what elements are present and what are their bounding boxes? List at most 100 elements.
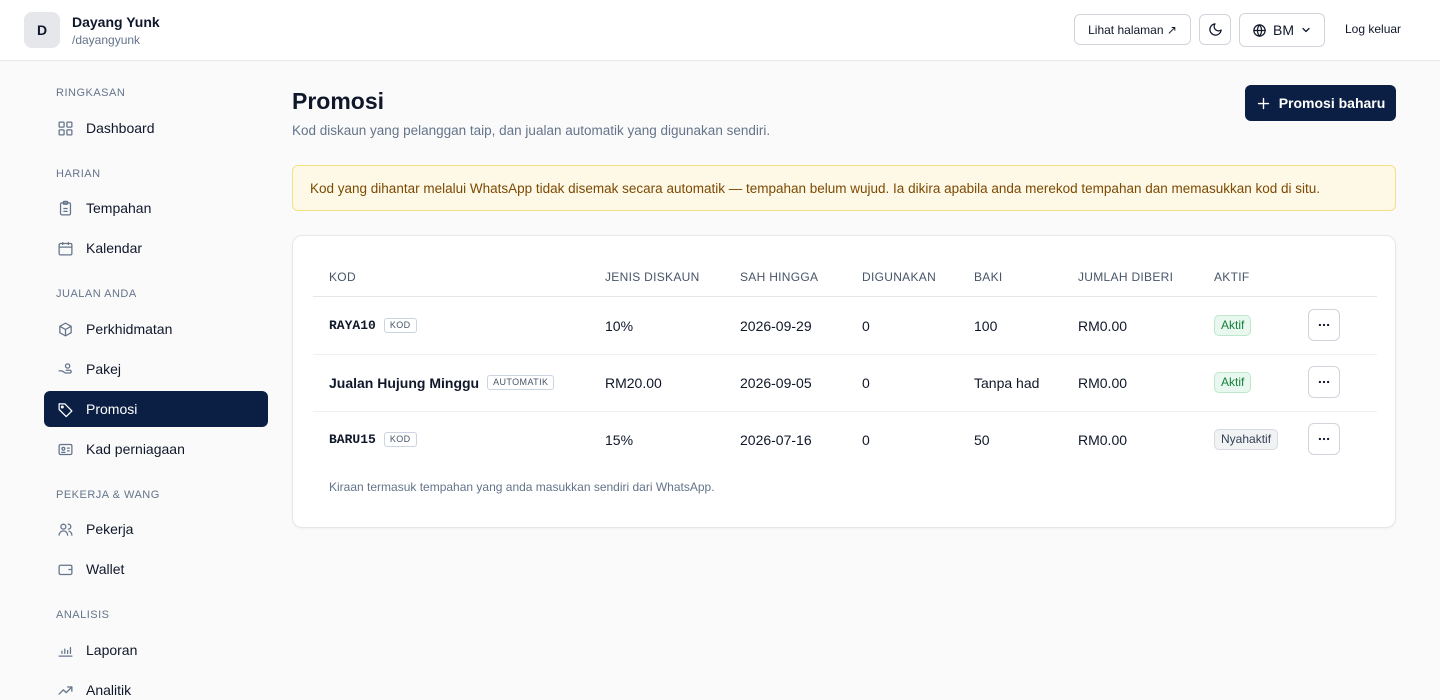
avatar[interactable]: D (24, 12, 60, 48)
used-count: 0 (862, 374, 870, 391)
sidebar-item-bookings[interactable]: Tempahan (44, 190, 268, 226)
sidebar-item-wallet[interactable]: Wallet (44, 551, 268, 587)
id-card-icon (56, 440, 74, 458)
column-header-code: KOD (329, 270, 356, 284)
sidebar-item-label: Laporan (86, 642, 138, 658)
status-cell: Nyahaktif (1214, 411, 1279, 468)
used-count: 0 (862, 431, 870, 448)
promotions-table-card: KOD JENIS DISKAUN SAH HINGGA DIGUNAKAN B… (292, 235, 1396, 528)
box-icon (56, 320, 74, 338)
view-page-label: Lihat halaman ↗ (1088, 22, 1177, 37)
grid-icon (56, 119, 74, 137)
sidebar-item-calendar[interactable]: Kalendar (44, 230, 268, 266)
valid-until: 2026-09-29 (740, 317, 812, 334)
sidebar-item-label: Kalendar (86, 240, 143, 256)
new-promotion-label: Promosi baharu (1278, 95, 1386, 111)
sidebar-item-label: Analitik (86, 682, 132, 698)
sidebar-item-analytics[interactable]: Analitik (44, 672, 268, 700)
more-horizontal-icon (1318, 437, 1330, 441)
discount-value: 10% (605, 317, 634, 334)
top-bar: D Dayang Yunk /dayangyunk Lihat halaman … (0, 0, 1440, 61)
table-row[interactable]: BARU15 KOD 15% 2026-07-16 0 50 RM0.00 Ny… (313, 411, 1377, 468)
chevron-down-icon (1302, 27, 1310, 33)
page-subtitle: Kod diskaun yang pelanggan taip, dan jua… (292, 123, 771, 138)
status-badge: Aktif (1214, 315, 1252, 336)
row-actions-button[interactable] (1308, 423, 1340, 455)
status-cell: Aktif (1214, 354, 1252, 411)
bar-chart-icon (56, 641, 74, 659)
total-given: RM0.00 (1078, 317, 1128, 334)
calendar-icon (56, 239, 74, 257)
row-actions-button[interactable] (1308, 366, 1340, 398)
status-badge: Aktif (1214, 372, 1252, 393)
business-name: Dayang Yunk (72, 14, 160, 30)
users-icon (56, 520, 74, 538)
column-header-active: AKTIF (1214, 270, 1250, 284)
promo-code: RAYA10 (329, 318, 376, 333)
section-label-daily: HARIAN (56, 168, 101, 180)
remaining-count: 50 (974, 431, 990, 448)
promo-type-tag: KOD (383, 318, 417, 333)
promo-code-cell: Jualan Hujung Minggu AUTOMATIK (329, 354, 555, 411)
sidebar-item-label: Tempahan (86, 200, 152, 216)
table-footnote: Kiraan termasuk tempahan yang anda masuk… (329, 480, 715, 494)
sidebar-item-staff[interactable]: Pekerja (44, 511, 268, 547)
wallet-icon (56, 560, 74, 578)
sidebar-item-label: Perkhidmatan (86, 321, 173, 337)
moon-icon (1208, 23, 1222, 36)
column-header-total-given: JUMLAH DIBERI (1078, 270, 1174, 284)
valid-until: 2026-07-16 (740, 431, 812, 448)
table-row[interactable]: Jualan Hujung Minggu AUTOMATIK RM20.00 2… (313, 354, 1377, 411)
promo-code-cell: RAYA10 KOD (329, 297, 417, 354)
promo-type-tag: AUTOMATIK (487, 375, 555, 390)
hand-coins-icon (56, 360, 74, 378)
used-count: 0 (862, 317, 870, 334)
column-header-used: DIGUNAKAN (862, 270, 937, 284)
section-label-sales: JUALAN ANDA (56, 288, 137, 300)
sidebar-item-label: Dashboard (86, 120, 155, 136)
sidebar-item-label: Pekerja (86, 521, 134, 537)
tag-icon (56, 400, 74, 418)
sidebar-item-promotions[interactable]: Promosi (44, 391, 268, 427)
sidebar-item-label: Kad perniagaan (86, 441, 185, 457)
valid-until: 2026-09-05 (740, 374, 812, 391)
whatsapp-notice: Kod yang dihantar melalui WhatsApp tidak… (292, 165, 1396, 211)
promo-code-cell: BARU15 KOD (329, 411, 417, 468)
whatsapp-notice-text: Kod yang dihantar melalui WhatsApp tidak… (310, 180, 1321, 196)
trend-up-icon (56, 681, 74, 699)
remaining-count: Tanpa had (974, 374, 1040, 391)
sidebar-item-business-card[interactable]: Kad perniagaan (44, 431, 268, 467)
sidebar-item-dashboard[interactable]: Dashboard (44, 110, 268, 146)
plus-icon (1257, 97, 1269, 109)
column-header-valid-until: SAH HINGGA (740, 270, 819, 284)
business-handle: /dayangyunk (72, 33, 141, 47)
sidebar-item-reports[interactable]: Laporan (44, 632, 268, 668)
more-horizontal-icon (1318, 323, 1330, 327)
column-header-remaining: BAKI (974, 270, 1003, 284)
view-page-button[interactable]: Lihat halaman ↗ (1074, 14, 1191, 45)
status-cell: Aktif (1214, 297, 1252, 354)
language-value: BM (1273, 22, 1294, 38)
section-label-staff-money: PEKERJA & WANG (56, 489, 160, 501)
sidebar-item-label: Pakej (86, 361, 122, 377)
logout-link[interactable]: Log keluar (1345, 22, 1401, 36)
clipboard-icon (56, 199, 74, 217)
promo-code: Jualan Hujung Minggu (329, 374, 480, 391)
theme-toggle-button[interactable] (1199, 14, 1231, 45)
table-row[interactable]: RAYA10 KOD 10% 2026-09-29 0 100 RM0.00 A… (313, 297, 1377, 354)
more-horizontal-icon (1318, 380, 1330, 384)
section-label-summary: RINGKASAN (56, 87, 126, 99)
discount-value: 15% (605, 431, 634, 448)
row-actions-button[interactable] (1308, 309, 1340, 341)
page-title: Promosi (292, 88, 385, 114)
column-header-discount-type: JENIS DISKAUN (605, 270, 700, 284)
sidebar-item-label: Wallet (86, 561, 125, 577)
sidebar-item-services[interactable]: Perkhidmatan (44, 311, 268, 347)
promo-code: BARU15 (329, 432, 376, 447)
section-label-analysis: ANALISIS (56, 609, 110, 621)
promo-type-tag: KOD (383, 432, 417, 447)
sidebar-item-packages[interactable]: Pakej (44, 351, 268, 387)
new-promotion-button[interactable]: Promosi baharu (1245, 85, 1396, 121)
discount-value: RM20.00 (605, 374, 662, 391)
language-select[interactable]: BM (1239, 13, 1325, 47)
